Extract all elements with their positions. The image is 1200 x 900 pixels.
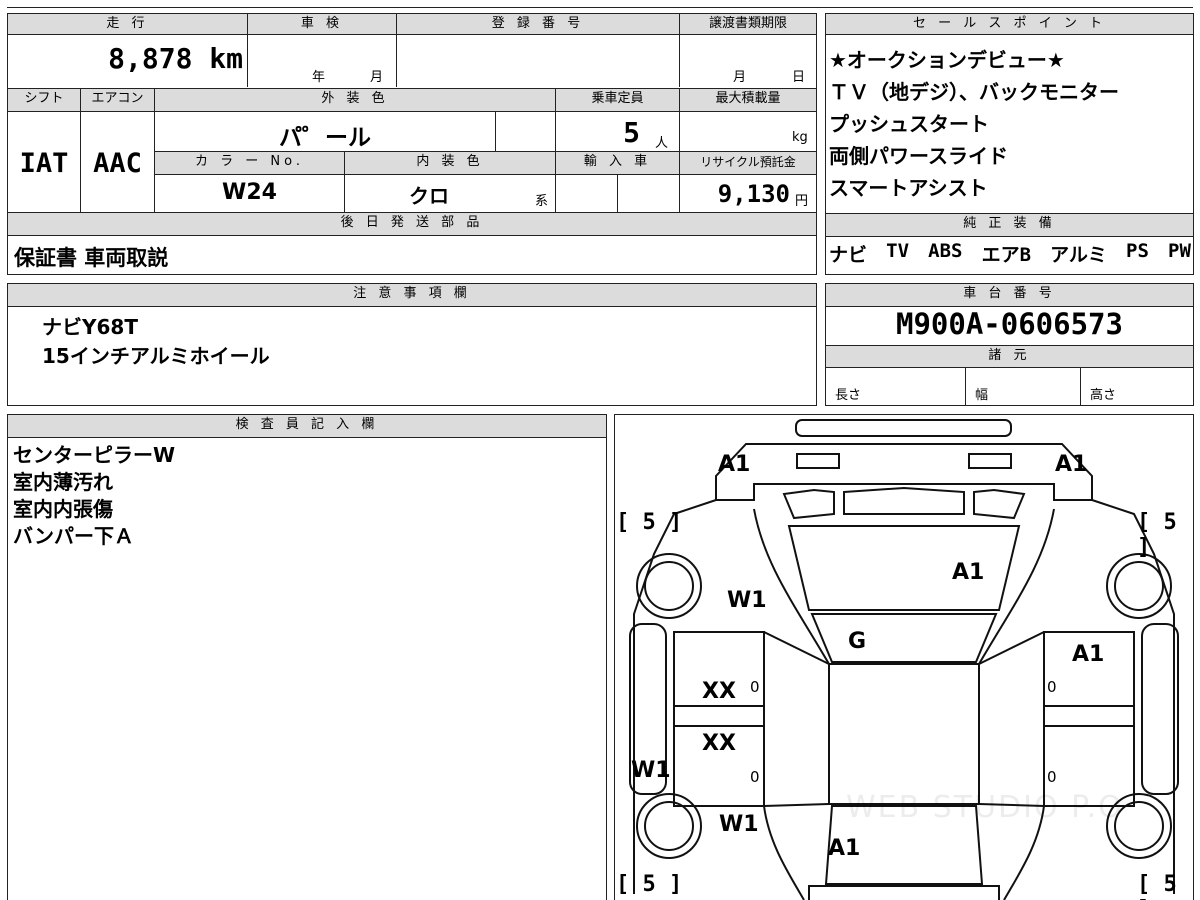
transfer-month: 月 (733, 70, 747, 85)
interior-color-header: 内 装 色 (344, 151, 556, 175)
import-header: 輸 入 車 (555, 151, 680, 175)
ac-value: AAC (93, 148, 142, 179)
genuine-equipment-list: ナビ TV ABS エアB アルミ PS PW (829, 240, 1191, 267)
transfer-day: 日 (792, 70, 806, 85)
later-parts-value: 保証書 車両取説 (14, 246, 169, 270)
equipment-airbag: エアB (981, 244, 1032, 266)
interior-color-suffix: 系 (535, 194, 549, 209)
sales-point-line: スマートアシスト (829, 176, 988, 200)
notes-line: ナビY68T (42, 315, 138, 339)
damage-left-front-door: XX (702, 679, 736, 704)
inspection-month: 月 (370, 70, 384, 85)
inspector-header: 検 査 員 記 入 欄 (7, 414, 607, 438)
color-no-header: カ ラ ー No. (154, 151, 345, 175)
door-zero-mark: 0 (750, 678, 760, 696)
tire-rating-front-right: [ 5 ] (1137, 510, 1177, 560)
cutoff-row (7, 0, 1193, 8)
damage-left-fender: W1 (727, 588, 767, 613)
equipment-ps: PS (1126, 240, 1149, 262)
inspector-line: バンパー下Ａ (13, 524, 134, 548)
sales-point-line: プッシュスタート (829, 112, 989, 136)
watermark: WEB STUDIO P.O (846, 790, 1124, 825)
inspection-year: 年 (312, 70, 326, 85)
capacity-unit: 人 (655, 136, 669, 151)
later-parts-header: 後 日 発 送 部 品 (7, 212, 817, 236)
recycle-deposit-unit: 円 (795, 194, 809, 209)
inspector-line: 室内内張傷 (13, 497, 113, 521)
height-label: 高さ (1090, 388, 1117, 403)
interior-color-value: クロ (409, 184, 449, 208)
chassis-header: 車 台 番 号 (825, 283, 1194, 307)
sales-points-list: ★オークションデビュー★ ＴＶ（地デジ）、バックモニター プッシュスタート 両側… (829, 44, 1119, 204)
inspection-header: 車 検 (247, 13, 397, 35)
capacity-header: 乗車定員 (555, 88, 680, 112)
length-label: 長さ (835, 388, 862, 403)
tire-rating-front-left: [ 5 ] (616, 510, 683, 535)
color-no-value: W24 (222, 180, 277, 205)
notes-list: ナビY68T 15インチアルミホイール (42, 313, 270, 371)
ac-header: エアコン (80, 88, 155, 112)
equipment-alloy: アルミ (1050, 244, 1107, 266)
tire-rating-rear-left: [ 5 ] (616, 872, 683, 897)
chassis-number: M900A-0606573 (896, 307, 1123, 341)
notes-line: 15インチアルミホイール (42, 344, 270, 368)
damage-right-front-door: A1 (1072, 642, 1105, 667)
damage-left-rocker: W1 (631, 758, 671, 783)
specs-header: 諸 元 (825, 345, 1194, 368)
inspector-list: センターピラーW 室内薄汚れ 室内内張傷 バンパー下Ａ (13, 442, 175, 550)
damage-windshield: G (848, 629, 867, 654)
inspector-line: 室内薄汚れ (13, 470, 113, 494)
notes-header: 注 意 事 項 欄 (7, 283, 817, 307)
equipment-tv: TV (886, 240, 910, 262)
damage-front-right: A1 (1055, 452, 1088, 477)
sales-point-line: ＴＶ（地デジ）、バックモニター (829, 80, 1119, 104)
mileage-value: 8,878 km (108, 42, 243, 75)
damage-left-rear-door: XX (702, 731, 736, 756)
equipment-abs: ABS (928, 240, 963, 262)
capacity-value: 5 (623, 116, 640, 149)
car-diagram (629, 419, 1179, 900)
recycle-deposit-value: 9,130 (717, 180, 790, 208)
width-label: 幅 (975, 388, 989, 403)
damage-bonnet: A1 (952, 560, 985, 585)
door-zero-mark: 0 (1047, 678, 1057, 696)
damage-left-rear-fender: W1 (719, 812, 759, 837)
equipment-nav: ナビ (829, 244, 868, 266)
equipment-pw: PW (1168, 240, 1191, 262)
damage-front-left: A1 (718, 452, 751, 477)
door-zero-mark: 0 (1047, 768, 1057, 786)
inspector-line: センターピラーW (13, 443, 176, 467)
exterior-color-value: パ゜ール (279, 125, 371, 151)
genuine-equipment-header: 純 正 装 備 (825, 213, 1194, 237)
max-load-unit: kg (792, 130, 808, 145)
mileage-header: 走 行 (7, 13, 248, 35)
shift-header: シフト (7, 88, 81, 112)
shift-value: IAT (19, 148, 69, 179)
max-load-header: 最大積載量 (679, 88, 817, 112)
sales-point-line: ★オークションデビュー★ (829, 48, 1065, 72)
exterior-color-header: 外 装 色 (154, 88, 556, 112)
registration-header: 登 録 番 号 (396, 13, 680, 35)
damage-roof-rear: A1 (828, 836, 861, 861)
sales-point-line: 両側パワースライド (829, 144, 1008, 168)
tire-rating-rear-right: [ 5 ] (1137, 872, 1177, 900)
recycle-deposit-header: リサイクル預託金 (679, 151, 817, 175)
door-zero-mark: 0 (750, 768, 760, 786)
transfer-deadline-header: 譲渡書類期限 (679, 13, 817, 35)
sales-points-header: セ ー ル ス ポ イ ン ト (825, 13, 1194, 35)
